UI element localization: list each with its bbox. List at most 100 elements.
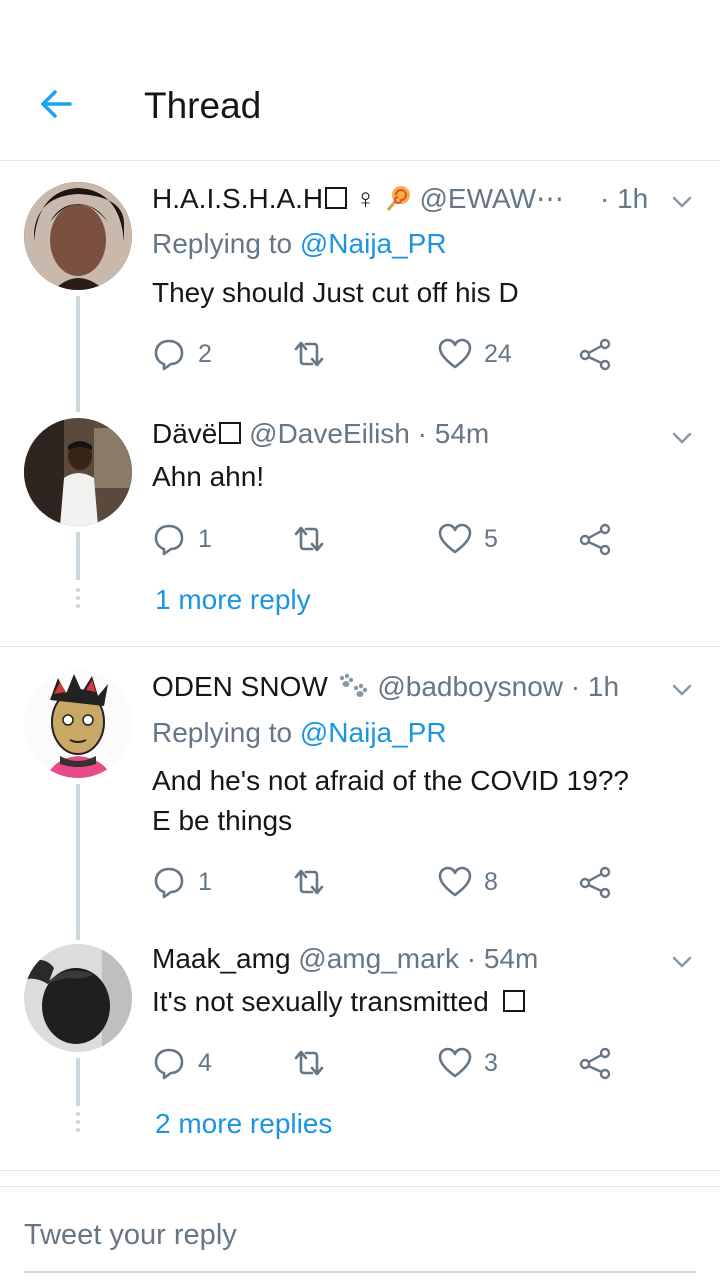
reply-count: 2: [198, 339, 212, 368]
heart-icon: [438, 1047, 472, 1078]
tweet-text: And he's not afraid of the COVID 19?? E …: [152, 761, 629, 841]
reply-icon: [154, 339, 184, 371]
author-handle[interactable]: @amg_mark: [298, 943, 459, 974]
divider: [0, 646, 720, 647]
thread-line: [76, 532, 80, 580]
chevron-down-icon[interactable]: [670, 190, 694, 214]
like-button[interactable]: 3: [438, 1043, 498, 1083]
replying-to-label: Replying to: [152, 228, 293, 259]
emoji-glyph: [219, 422, 242, 444]
thread-dots: [76, 588, 80, 612]
thread-line: [76, 784, 80, 940]
heart-icon: [438, 523, 472, 554]
retweet-button[interactable]: [292, 862, 326, 902]
like-count: 3: [484, 1048, 498, 1077]
timestamp: · 54m: [466, 943, 539, 974]
share-button[interactable]: [578, 1043, 612, 1083]
share-icon: [579, 866, 611, 899]
share-button[interactable]: [578, 334, 612, 374]
chevron-down-icon[interactable]: [670, 678, 694, 702]
avatar[interactable]: [24, 182, 132, 290]
reply-icon: [154, 524, 184, 556]
author-name[interactable]: Maak_amg: [152, 943, 291, 974]
chevron-down-icon[interactable]: [670, 426, 694, 450]
reply-icon: [154, 1048, 184, 1080]
tweet-text: They should Just cut off his D: [152, 277, 519, 308]
lollipop-icon: [384, 184, 412, 212]
reply-button[interactable]: 1: [152, 862, 212, 902]
author-handle[interactable]: @badboysnow: [377, 671, 563, 702]
retweet-icon: [294, 341, 324, 367]
retweet-icon: [294, 869, 324, 895]
reply-count: 4: [198, 1048, 212, 1077]
timestamp: · 54m: [417, 418, 490, 449]
more-replies-link[interactable]: 1 more reply: [155, 584, 311, 616]
share-icon: [579, 1047, 611, 1080]
back-arrow-icon[interactable]: [36, 84, 76, 124]
retweet-button[interactable]: [292, 334, 326, 374]
paw-prints-icon: [336, 672, 370, 700]
like-count: 5: [484, 524, 498, 553]
replying-to: Replying to @Naija_PR: [152, 227, 447, 261]
avatar[interactable]: [24, 418, 132, 526]
tweet-actions: 1 8: [152, 862, 632, 902]
tweet-actions: 2 24: [152, 334, 632, 374]
tweet-text-line: And he's not afraid of the COVID 19??: [152, 765, 629, 796]
author-handle[interactable]: @DaveEilish: [249, 418, 410, 449]
name-suffix: ♀: [354, 183, 376, 214]
timestamp: · 1h: [600, 183, 649, 214]
tweet-header: ODEN SNOW @badboysnow · 1h: [152, 670, 619, 704]
reply-input-placeholder[interactable]: Tweet your reply: [24, 1219, 237, 1252]
thread-line: [76, 296, 80, 412]
retweet-icon: [294, 526, 324, 552]
chevron-down-icon[interactable]: [670, 950, 694, 974]
author-name[interactable]: ODEN SNOW: [152, 671, 328, 702]
input-underline: [24, 1271, 696, 1273]
tweet-header: Dävë @DaveEilish · 54m: [152, 417, 489, 451]
thread-line: [76, 1058, 80, 1106]
replying-to: Replying to @Naija_PR: [152, 716, 447, 750]
emoji-glyph: [325, 187, 348, 209]
replying-to-handle[interactable]: @Naija_PR: [300, 228, 447, 259]
like-button[interactable]: 24: [438, 334, 512, 374]
replying-to-handle[interactable]: @Naija_PR: [300, 717, 447, 748]
author-name[interactable]: H.A.I.S.H.A.H: [152, 183, 323, 214]
like-count: 8: [484, 867, 498, 896]
reply-composer[interactable]: Tweet your reply: [0, 1186, 720, 1281]
reply-icon: [154, 867, 184, 899]
tweet-text: Ahn ahn!: [152, 461, 265, 492]
reply-count: 1: [198, 867, 212, 896]
tweet-header: H.A.I.S.H.A.H ♀ @EWAW⋯ · 1h: [152, 182, 648, 216]
tweet-text-content: It's not sexually transmitted: [152, 986, 489, 1017]
thread-header: Thread: [0, 0, 720, 161]
retweet-button[interactable]: [292, 519, 326, 559]
avatar[interactable]: [24, 670, 132, 778]
tweet-header: Maak_amg @amg_mark · 54m: [152, 942, 538, 976]
emoji-glyph: [502, 990, 525, 1012]
avatar[interactable]: [24, 944, 132, 1052]
like-button[interactable]: 8: [438, 862, 498, 902]
share-icon: [579, 338, 611, 371]
tweet-actions: 1 5: [152, 519, 632, 559]
tweet-text-line: E be things: [152, 805, 293, 836]
heart-icon: [438, 866, 472, 897]
tweet-text: It's not sexually transmitted: [152, 982, 525, 1022]
more-replies-link[interactable]: 2 more replies: [155, 1108, 332, 1140]
thread-dots: [76, 1112, 80, 1136]
tweet-actions: 4 3: [152, 1043, 632, 1083]
replying-to-label: Replying to: [152, 717, 293, 748]
retweet-button[interactable]: [292, 1043, 326, 1083]
author-handle[interactable]: @EWAW⋯: [420, 183, 565, 214]
share-button[interactable]: [578, 519, 612, 559]
heart-icon: [438, 338, 472, 369]
share-button[interactable]: [578, 862, 612, 902]
author-name[interactable]: Dävë: [152, 418, 217, 449]
like-button[interactable]: 5: [438, 519, 498, 559]
reply-button[interactable]: 1: [152, 519, 212, 559]
reply-button[interactable]: 4: [152, 1043, 212, 1083]
divider: [0, 1170, 720, 1171]
reply-count: 1: [198, 524, 212, 553]
page-title: Thread: [144, 85, 262, 126]
reply-button[interactable]: 2: [152, 334, 212, 374]
retweet-icon: [294, 1050, 324, 1076]
